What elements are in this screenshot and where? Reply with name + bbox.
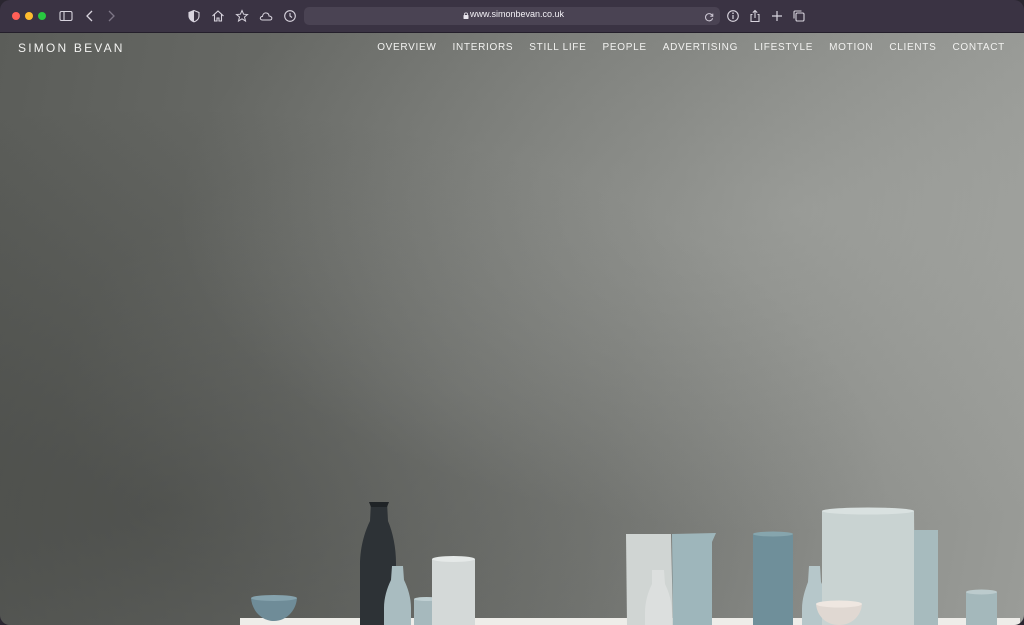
back-icon[interactable]: [82, 8, 98, 24]
home-icon[interactable]: [210, 8, 226, 24]
bookmark-star-icon[interactable]: [234, 8, 250, 24]
forward-icon[interactable]: [103, 8, 119, 24]
browser-toolbar: www.simonbevan.co.uk: [0, 0, 1024, 33]
history-icon[interactable]: [282, 8, 298, 24]
close-window-button[interactable]: [12, 12, 20, 20]
url-text: www.simonbevan.co.uk: [469, 9, 565, 19]
privacy-shield-icon[interactable]: [186, 8, 202, 24]
info-icon[interactable]: [725, 8, 741, 24]
share-icon[interactable]: [747, 8, 763, 24]
minimize-window-button[interactable]: [25, 12, 33, 20]
sidebar-icon[interactable]: [58, 8, 74, 24]
address-bar[interactable]: www.simonbevan.co.uk: [304, 7, 720, 25]
new-tab-icon[interactable]: [769, 8, 785, 24]
ceramics-illustration: [251, 502, 997, 625]
browser-window: www.simonbevan.co.uk SIMON BEVAN OVERVIE…: [0, 0, 1024, 625]
tab-overview-icon[interactable]: [791, 8, 807, 24]
hero-photo: SIMON BEVAN OVERVIEW INTERIORS STILL LIF…: [0, 33, 1024, 625]
zoom-window-button[interactable]: [38, 12, 46, 20]
reload-icon[interactable]: [703, 10, 715, 22]
icloud-icon[interactable]: [258, 8, 274, 24]
